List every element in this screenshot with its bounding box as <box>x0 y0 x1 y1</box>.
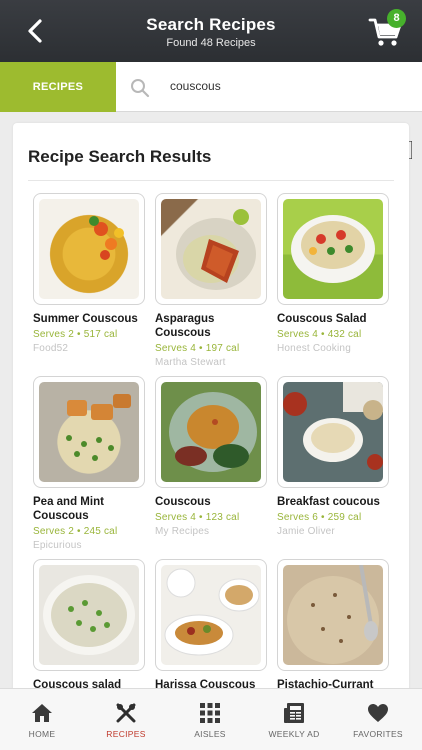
recipe-name[interactable]: Couscous <box>155 495 267 509</box>
nav-label: HOME <box>28 729 56 739</box>
tab-recipes[interactable]: RECIPES <box>0 62 116 112</box>
recipe-photo-harissa-couscous <box>161 565 261 665</box>
recipe-source: My Recipes <box>155 526 210 537</box>
nav-label: FAVORITES <box>353 729 403 739</box>
recipe-thumbnail[interactable] <box>33 193 145 305</box>
recipe-thumbnail[interactable] <box>155 193 267 305</box>
recipe-tile[interactable]: Pistachio-Currant <box>277 559 389 692</box>
recipe-meta: Serves 6 • 259 cal <box>277 512 362 523</box>
nav-label: RECIPES <box>106 729 146 739</box>
recipe-meta: Serves 2 • 245 cal <box>33 526 118 537</box>
nav-label: WEEKLY AD <box>268 729 320 739</box>
recipe-name[interactable]: Couscous Salad <box>277 312 389 326</box>
nav-weekly-ad[interactable]: WEEKLY AD <box>252 689 336 750</box>
results-heading: Recipe Search Results <box>28 147 212 166</box>
fork-knife-icon <box>116 703 136 723</box>
recipe-tile[interactable]: Couscous Salad Serves 4 • 432 cal Honest… <box>277 193 389 355</box>
recipe-tile[interactable]: Asparagus Couscous Serves 4 • 197 cal Ma… <box>155 193 267 369</box>
recipe-meta: Serves 2 • 517 cal <box>33 329 118 340</box>
divider <box>28 180 394 181</box>
newspaper-icon <box>284 703 304 723</box>
recipe-tile[interactable]: Couscous Serves 4 • 123 cal My Recipes <box>155 376 267 538</box>
recipe-photo-summer-couscous <box>39 199 139 299</box>
recipe-name[interactable]: Pea and Mint Couscous <box>33 495 145 523</box>
recipe-tile[interactable]: Couscous salad <box>33 559 145 692</box>
nav-favorites[interactable]: FAVORITES <box>336 689 420 750</box>
recipe-source: Jamie Oliver <box>277 526 335 537</box>
recipe-name[interactable]: Breakfast coucous <box>277 495 389 509</box>
recipe-photo-asparagus-couscous <box>161 199 261 299</box>
recipe-tile[interactable]: Breakfast coucous Serves 6 • 259 cal Jam… <box>277 376 389 538</box>
recipe-source: Martha Stewart <box>155 357 226 368</box>
recipe-thumbnail[interactable] <box>277 559 389 671</box>
recipe-photo-couscous <box>161 382 261 482</box>
recipe-thumbnail[interactable] <box>33 376 145 488</box>
recipe-thumbnail[interactable] <box>277 376 389 488</box>
recipe-name[interactable]: Asparagus Couscous <box>155 312 267 340</box>
recipe-source: Food52 <box>33 343 69 354</box>
recipe-tile[interactable]: Harissa Couscous <box>155 559 267 692</box>
recipe-thumbnail[interactable] <box>155 559 267 671</box>
recipe-thumbnail[interactable] <box>33 559 145 671</box>
recipe-photo-pea-mint-couscous <box>39 382 139 482</box>
recipe-photo-couscous-salad-2 <box>39 565 139 665</box>
recipe-meta: Serves 4 • 432 cal <box>277 329 362 340</box>
recipe-photo-pistachio-currant <box>283 565 383 665</box>
search-input[interactable]: couscous <box>170 79 221 93</box>
recipe-tile[interactable]: Summer Couscous Serves 2 • 517 cal Food5… <box>33 193 145 355</box>
bottom-nav: HOME RECIPES AISLES WEEKLY AD FAVORITES <box>0 688 422 750</box>
results-count: Found 48 Recipes <box>166 37 256 49</box>
nav-recipes[interactable]: RECIPES <box>84 689 168 750</box>
grid-icon <box>200 703 220 723</box>
recipe-meta: Serves 4 • 197 cal <box>155 343 240 354</box>
app-header: Search Recipes Found 48 Recipes 8 <box>0 0 422 62</box>
heart-icon <box>368 704 388 722</box>
recipe-source: Epicurious <box>33 540 82 551</box>
recipe-photo-breakfast-couscous <box>283 382 383 482</box>
nav-label: AISLES <box>194 729 226 739</box>
page-title: Search Recipes <box>146 15 276 34</box>
nav-aisles[interactable]: AISLES <box>168 689 252 750</box>
recipe-thumbnail[interactable] <box>277 193 389 305</box>
recipe-thumbnail[interactable] <box>155 376 267 488</box>
nav-home[interactable]: HOME <box>0 689 84 750</box>
cart-count-badge: 8 <box>387 9 406 28</box>
recipe-photo-couscous-salad <box>283 199 383 299</box>
home-icon <box>32 704 52 722</box>
recipe-meta: Serves 4 • 123 cal <box>155 512 240 523</box>
recipe-tile[interactable]: Pea and Mint Couscous Serves 2 • 245 cal… <box>33 376 145 552</box>
recipe-name[interactable]: Summer Couscous <box>33 312 145 326</box>
search-icon <box>131 79 150 98</box>
results-card: Recipe Search Results Summer Couscous Se… <box>13 123 409 703</box>
search-bar: RECIPES couscous <box>0 62 422 159</box>
recipe-source: Honest Cooking <box>277 343 351 354</box>
